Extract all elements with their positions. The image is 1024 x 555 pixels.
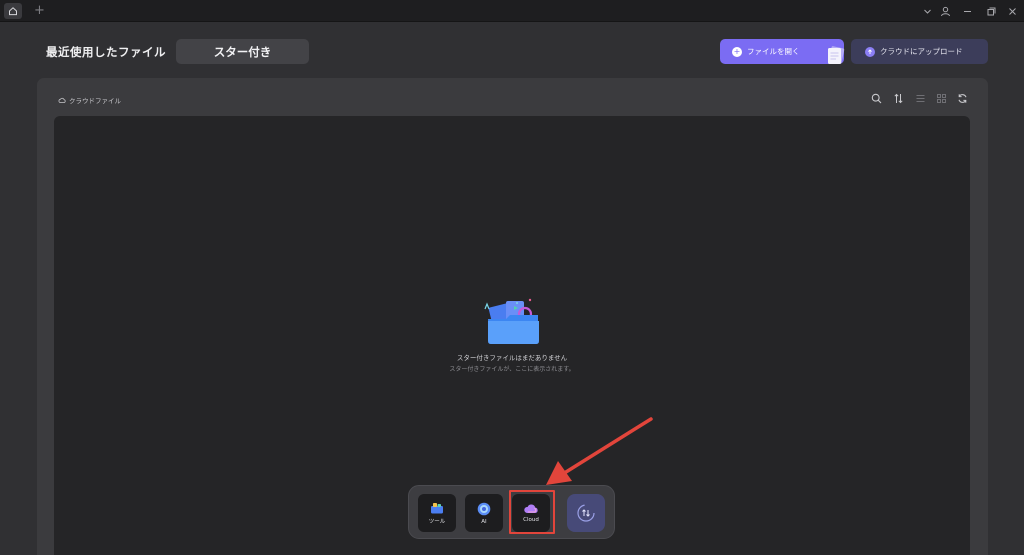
- upload-to-cloud-button[interactable]: クラウドにアップロード: [851, 39, 988, 64]
- empty-state-subtitle: スター付きファイルが、ここに表示されます。: [449, 366, 575, 373]
- home-icon: [9, 7, 17, 16]
- dock-item-ai[interactable]: AI: [465, 494, 503, 532]
- sort-icon[interactable]: [891, 91, 905, 105]
- sync-icon: [577, 504, 595, 522]
- breadcrumb-label: クラウドファイル: [69, 97, 121, 105]
- breadcrumb[interactable]: クラウドファイル: [58, 95, 121, 105]
- user-icon[interactable]: [937, 3, 953, 19]
- page-title: 最近使用したファイル: [46, 45, 166, 59]
- grid-view-icon[interactable]: [934, 91, 948, 105]
- chevron-down-icon[interactable]: [919, 3, 935, 19]
- upload-icon: [865, 46, 875, 57]
- cloud-highlight-box: [509, 490, 555, 534]
- dock-item-tools[interactable]: ツール: [418, 494, 456, 532]
- empty-folder-illustration: [484, 298, 539, 344]
- close-icon[interactable]: [1004, 3, 1020, 19]
- dock-label-ai: AI: [481, 518, 487, 525]
- ai-icon: [477, 502, 491, 515]
- title-bar: +: [0, 0, 1024, 22]
- restore-icon[interactable]: [983, 3, 999, 19]
- list-view-icon[interactable]: [913, 91, 927, 105]
- dock-item-sync[interactable]: [567, 494, 605, 532]
- cloud-outline-icon: [58, 97, 66, 103]
- home-tab-button[interactable]: [4, 3, 22, 19]
- tools-icon: [431, 502, 443, 513]
- empty-state-title: スター付きファイルはまだありません: [456, 354, 568, 362]
- refresh-icon[interactable]: [955, 91, 969, 105]
- dock-label-tools: ツール: [428, 518, 446, 525]
- new-tab-button[interactable]: +: [34, 2, 45, 20]
- open-file-label: ファイルを開く: [747, 47, 800, 56]
- tab-starred[interactable]: スター付き: [176, 39, 309, 64]
- upload-label: クラウドにアップロード: [880, 47, 963, 56]
- search-icon[interactable]: [869, 91, 883, 105]
- plus-icon: +: [732, 46, 742, 57]
- open-file-button[interactable]: + ファイルを開く: [720, 39, 845, 65]
- minimize-icon[interactable]: [959, 3, 975, 19]
- documents-icon: [828, 46, 845, 65]
